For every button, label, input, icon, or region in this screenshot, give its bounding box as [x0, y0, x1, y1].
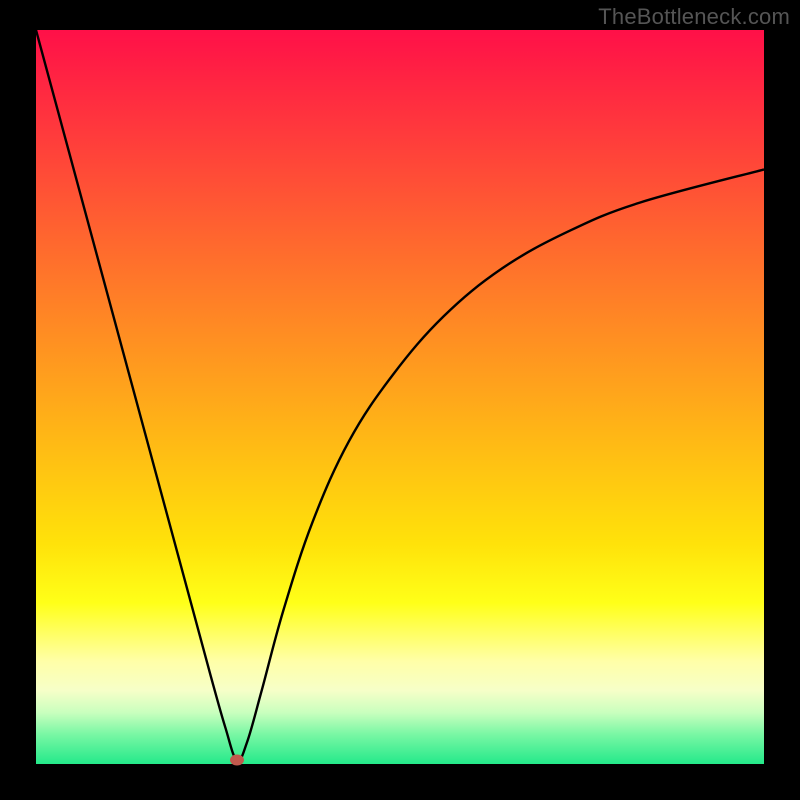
- curve-layer: [36, 30, 764, 764]
- plot-area: [36, 30, 764, 764]
- bottleneck-curve: [36, 30, 764, 761]
- bottleneck-marker: [230, 755, 244, 766]
- chart-frame: TheBottleneck.com: [0, 0, 800, 800]
- watermark-text: TheBottleneck.com: [598, 4, 790, 30]
